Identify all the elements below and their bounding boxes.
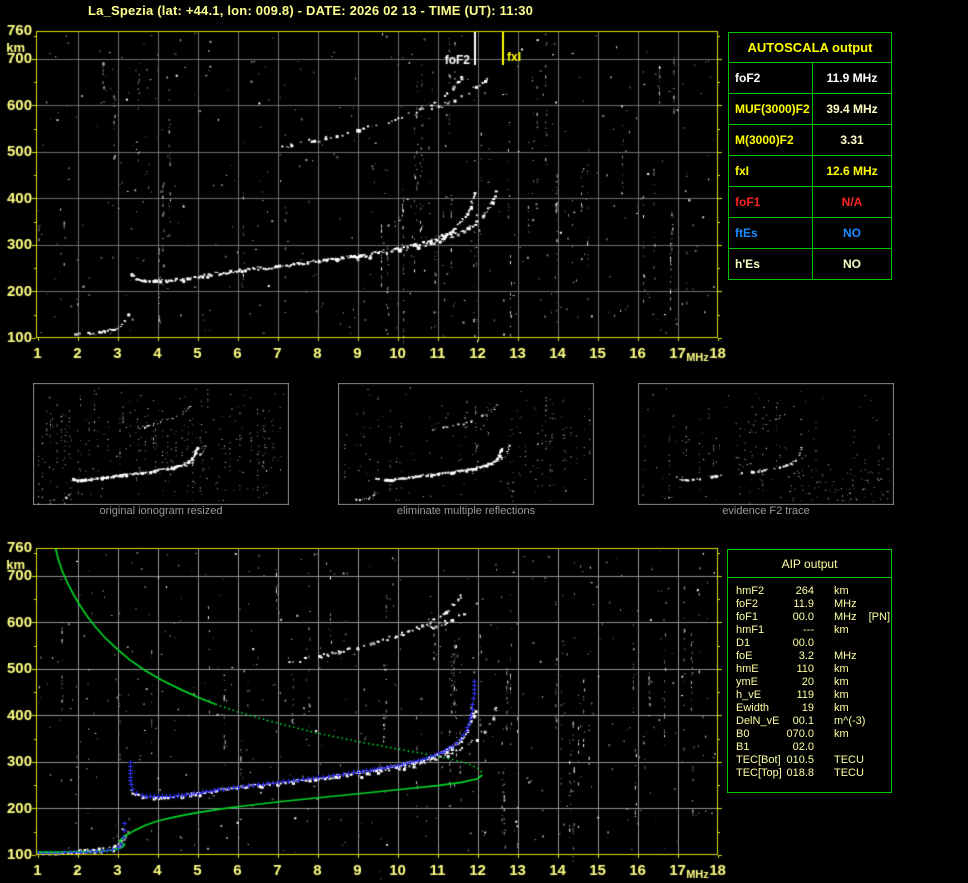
panel-label: evidence F2 trace: [722, 505, 810, 517]
table-row: h'Es NO: [729, 249, 891, 279]
table-row: hmF1 --- km: [728, 624, 891, 637]
parameter-value: NO: [843, 226, 861, 240]
table-row: h_vE 119 km: [728, 689, 891, 702]
parameter-value: 11.9 MHz: [826, 71, 878, 85]
parameter-value: 02.0: [792, 741, 814, 753]
parameter-label: M(3000)F2: [729, 125, 813, 155]
parameter-label: B1: [736, 741, 750, 753]
parameter-value: 00.0: [792, 611, 814, 623]
parameter-label: Ewidth: [736, 702, 770, 714]
parameter-unit: km: [834, 689, 849, 701]
parameter-label: hmF2: [736, 585, 765, 597]
table-row: B1 02.0: [728, 741, 891, 754]
parameter-value: 12.6 MHz: [826, 164, 878, 178]
panel-evidence-f2-trace: [638, 383, 894, 505]
parameter-label: ftEs: [729, 218, 813, 248]
aip-output-table: AIP output hmF2 264 km foF2 11.9 MHz foF1 00.0 M…: [727, 549, 892, 793]
table-row: MUF(3000)F2 39.4 MHz: [729, 94, 891, 125]
parameter-label: B0: [736, 728, 750, 740]
parameter-unit: MHz: [834, 611, 857, 623]
parameter-label: TEC[Bot]: [736, 754, 781, 766]
table-row: Ewidth 19 km: [728, 702, 891, 715]
parameter-value: 070.0: [786, 728, 814, 740]
parameter-label: ymE: [736, 676, 758, 688]
parameter-label: foE: [736, 650, 753, 662]
parameter-label: TEC[Top]: [736, 767, 782, 779]
parameter-unit: TECU: [834, 754, 864, 766]
parameter-value: 018.8: [786, 767, 814, 779]
parameter-unit: TECU: [834, 767, 864, 779]
parameter-value: 39.4 MHz: [826, 102, 878, 116]
table-row: foF2 11.9 MHz: [729, 63, 891, 94]
table-row: fxI 12.6 MHz: [729, 156, 891, 187]
panel-label: eliminate multiple reflections: [396, 505, 536, 517]
parameter-unit: MHz: [834, 650, 857, 662]
parameter-value: 11.9: [793, 598, 814, 610]
parameter-unit: km: [834, 728, 849, 740]
parameter-unit: km: [834, 663, 849, 675]
window-title: La_Spezia (lat: +44.1, lon: 009.8) - DAT…: [88, 3, 534, 18]
table-header: AIP output: [728, 550, 891, 578]
parameter-unit: km: [834, 585, 849, 597]
parameter-value: 110: [796, 663, 814, 675]
table-row: M(3000)F2 3.31: [729, 125, 891, 156]
parameter-label: foF1: [736, 611, 759, 623]
table-row: D1 00.0: [728, 637, 891, 650]
parameter-unit: km: [834, 624, 849, 636]
parameter-unit: km: [834, 702, 849, 714]
parameter-value: 00.0: [792, 637, 814, 649]
table-row: ymE 20 km: [728, 676, 891, 689]
table-row: foF1 N/A: [729, 187, 891, 218]
parameter-label: foF1: [729, 187, 813, 217]
parameter-value: 264: [795, 585, 814, 597]
parameter-value: 119: [796, 689, 814, 701]
table-row: ftEs NO: [729, 218, 891, 249]
parameter-label: foF2: [729, 63, 813, 93]
parameter-label: DelN_vE: [736, 715, 780, 727]
parameter-unit: km: [834, 676, 849, 688]
table-body: hmF2 264 km foF2 11.9 MHz foF1 00.0 MHz [PN] hmF1 -…: [728, 578, 891, 780]
parameter-label: hmE: [736, 663, 759, 675]
parameter-label: MUF(3000)F2: [729, 94, 813, 124]
parameter-label: h_vE: [736, 689, 762, 701]
parameter-unit: MHz: [834, 598, 857, 610]
parameter-value: N/A: [841, 195, 863, 209]
parameter-value: 00.1: [792, 715, 814, 727]
panel-label: original ionogram resized: [99, 505, 223, 517]
parameter-value: 3.2: [798, 650, 814, 662]
table-row: foF2 11.9 MHz: [728, 598, 891, 611]
parameter-label: D1: [736, 637, 751, 649]
table-body: foF2 11.9 MHz MUF(3000)F2 39.4 MHz M(3000)F2…: [729, 63, 891, 279]
parameter-label: hmF1: [736, 624, 765, 636]
parameter-unit: m^(-3): [834, 715, 866, 727]
parameter-label: foF2: [736, 598, 759, 610]
parameter-value: ---: [803, 624, 814, 636]
parameter-value: NO: [843, 257, 861, 271]
parameter-flag: [PN]: [868, 611, 891, 623]
parameter-label: fxI: [729, 156, 813, 186]
autoscala-output-table: AUTOSCALA output foF2 11.9 MHz MUF(3000)F2…: [728, 32, 892, 280]
aip-profile-plot: [0, 540, 730, 883]
main-ionogram-plot: [0, 24, 730, 370]
table-row: foE 3.2 MHz: [728, 650, 891, 663]
table-row: foF1 00.0 MHz [PN]: [728, 611, 891, 624]
panel-eliminate-reflections: [338, 383, 594, 505]
parameter-value: 3.31: [840, 133, 864, 147]
parameter-value: 19: [801, 702, 814, 714]
table-row: hmE 110 km: [728, 663, 891, 676]
table-row: hmF2 264 km: [728, 585, 891, 598]
parameter-value: 20: [801, 676, 814, 688]
table-row: TEC[Top] 018.8 TECU: [728, 767, 891, 780]
parameter-value: 010.5: [786, 754, 814, 766]
panel-original-ionogram: [33, 383, 289, 505]
table-row: DelN_vE 00.1 m^(-3): [728, 715, 891, 728]
parameter-label: h'Es: [729, 249, 813, 279]
table-row: B0 070.0 km: [728, 728, 891, 741]
table-row: TEC[Bot] 010.5 TECU: [728, 754, 891, 767]
table-header: AUTOSCALA output: [729, 33, 891, 63]
autoscala-window: La_Spezia (lat: +44.1, lon: 009.8) - DAT…: [0, 0, 968, 883]
